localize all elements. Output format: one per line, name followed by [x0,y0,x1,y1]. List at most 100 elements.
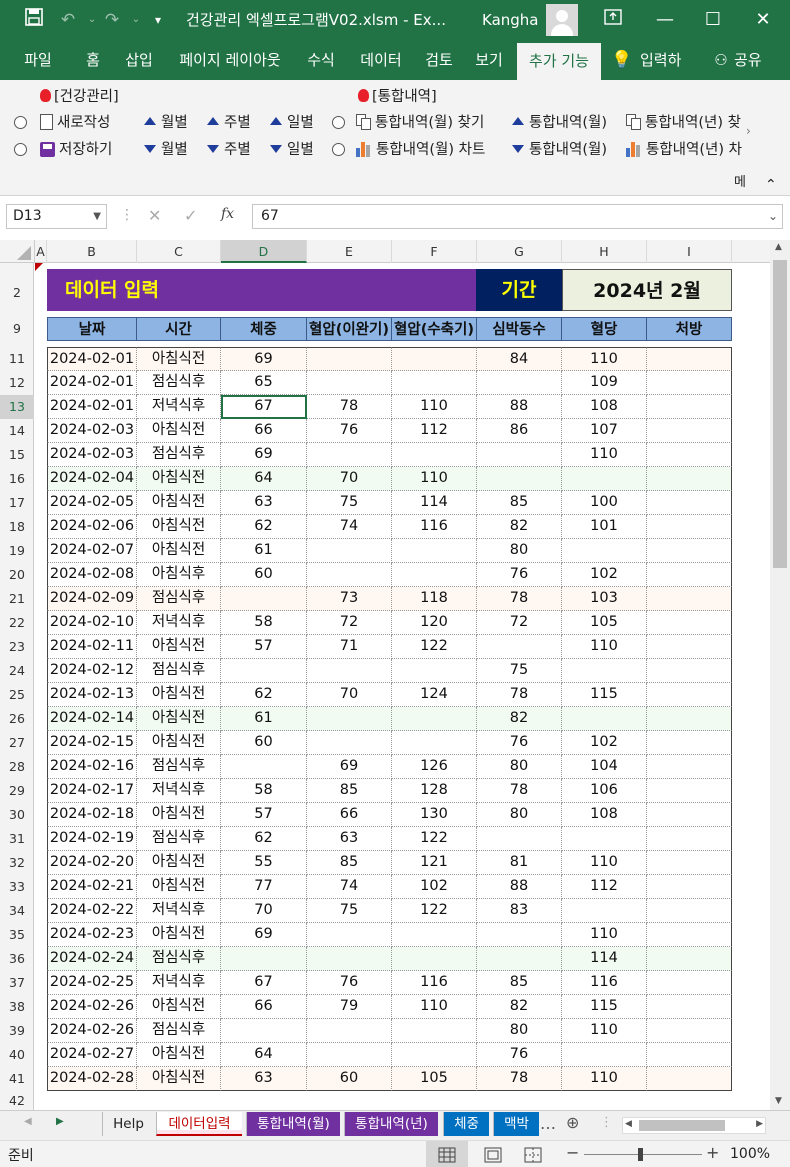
table-cell[interactable] [562,1043,647,1067]
scroll-right-icon[interactable]: ▶ [756,1119,763,1129]
radio-save[interactable] [14,139,27,161]
vertical-scrollbar[interactable]: ▲ ▼ [770,240,790,1110]
table-cell[interactable]: 아침식전 [137,731,221,755]
zoom-level[interactable]: 100% [730,1146,770,1162]
table-cell[interactable]: 2024-02-09 [47,587,137,611]
table-cell[interactable]: 점심식후 [137,659,221,683]
tab-add-ins[interactable]: 추가 기능 [517,43,601,80]
table-cell[interactable]: 88 [477,875,562,899]
enter-check-icon[interactable]: ✓ [184,206,197,225]
table-cell[interactable]: 110 [562,1019,647,1043]
table-cell[interactable]: 2024-02-28 [47,1067,137,1091]
row-header-12[interactable]: 12 [0,371,34,395]
table-cell[interactable]: 아침식전 [137,635,221,659]
normal-view-icon[interactable] [426,1141,468,1167]
new-button[interactable]: 새로작성 [40,112,110,134]
row-header-24[interactable]: 24 [0,659,34,683]
table-cell[interactable]: 아침식전 [137,419,221,443]
table-cell[interactable] [647,467,732,491]
table-cell[interactable]: 2024-02-14 [47,707,137,731]
table-cell[interactable] [477,467,562,491]
table-cell[interactable]: 78 [477,683,562,707]
redo-icon[interactable]: ↷ [100,8,124,32]
table-cell[interactable]: 저녁식후 [137,395,221,419]
table-cell[interactable] [392,563,477,587]
table-cell[interactable]: 112 [392,419,477,443]
table-cell[interactable]: 62 [221,515,307,539]
sheet-tab-3[interactable]: 통합내역(년) [344,1112,438,1136]
table-cell[interactable]: 102 [392,875,477,899]
tab-file[interactable]: 파일 [14,40,62,80]
sheet-tab-2[interactable]: 통합내역(월) [246,1112,340,1136]
table-cell[interactable]: 63 [307,827,392,851]
row-header-33[interactable]: 33 [0,875,34,899]
table-cell[interactable]: 점심식후 [137,443,221,467]
table-cell[interactable]: 116 [392,971,477,995]
table-cell[interactable]: 67 [221,971,307,995]
table-cell[interactable]: 61 [221,539,307,563]
table-cell[interactable]: 115 [562,995,647,1019]
column-header-f[interactable]: F [392,240,477,263]
table-cell[interactable] [647,1019,732,1043]
minimize-icon[interactable]: — [642,0,688,40]
table-cell[interactable] [477,827,562,851]
table-cell[interactable]: 110 [392,995,477,1019]
table-cell[interactable] [307,371,392,395]
find-monthly-button[interactable]: 통합내역(월) 찾기 [356,112,484,134]
sheet-tab-5[interactable]: 맥박 [493,1112,539,1136]
table-cell[interactable]: 2024-02-10 [47,611,137,635]
table-cell[interactable]: 75 [307,899,392,923]
table-cell[interactable]: 121 [392,851,477,875]
table-cell[interactable]: 71 [307,635,392,659]
table-cell[interactable]: 2024-02-08 [47,563,137,587]
table-cell[interactable] [647,443,732,467]
table-cell[interactable]: 64 [221,467,307,491]
table-cell[interactable]: 120 [392,611,477,635]
table-cell[interactable] [307,947,392,971]
table-cell[interactable] [392,659,477,683]
daily-up-button[interactable]: 일별 [270,112,314,134]
radio-new[interactable] [14,112,27,134]
row-header-42[interactable]: 42 [0,1091,34,1110]
table-cell[interactable]: 58 [221,611,307,635]
tab-formulas[interactable]: 수식 [300,40,342,80]
table-cell[interactable]: 아침식전 [137,515,221,539]
row-header-26[interactable]: 26 [0,707,34,731]
row-header-2[interactable]: 2 [0,263,34,317]
customize-qat-icon[interactable]: ▾ [146,8,170,32]
table-cell[interactable]: 2024-02-26 [47,995,137,1019]
table-cell[interactable]: 2024-02-01 [47,371,137,395]
table-cell[interactable]: 107 [562,419,647,443]
table-cell[interactable] [647,347,732,371]
table-cell[interactable] [392,1043,477,1067]
table-cell[interactable]: 아침식전 [137,851,221,875]
table-cell[interactable]: 61 [221,707,307,731]
table-cell[interactable] [392,539,477,563]
table-cell[interactable] [647,923,732,947]
radio-find[interactable] [332,112,345,134]
table-cell[interactable] [392,923,477,947]
table-cell[interactable]: 130 [392,803,477,827]
sheet-tab-1[interactable]: 데이터입력 [156,1112,242,1136]
expand-formula-icon[interactable]: ⌄ [768,205,778,228]
table-cell[interactable]: 2024-02-21 [47,875,137,899]
table-cell[interactable]: 저녁식후 [137,971,221,995]
share-button[interactable]: 공유 [734,40,770,80]
table-cell[interactable]: 2024-02-05 [47,491,137,515]
column-header-h[interactable]: H [562,240,647,263]
table-cell[interactable] [647,563,732,587]
table-header-cell[interactable]: 날짜 [47,317,137,341]
row-header-28[interactable]: 28 [0,755,34,779]
table-cell[interactable]: 2024-02-18 [47,803,137,827]
table-cell[interactable]: 2024-02-03 [47,443,137,467]
table-cell[interactable]: 80 [477,539,562,563]
page-layout-view-icon[interactable] [478,1141,508,1167]
row-header-31[interactable]: 31 [0,827,34,851]
table-cell[interactable] [477,923,562,947]
table-cell[interactable]: 아침식후 [137,563,221,587]
table-cell[interactable] [477,371,562,395]
table-cell[interactable] [647,947,732,971]
table-cell[interactable]: 아침식전 [137,1067,221,1091]
table-cell[interactable]: 64 [221,1043,307,1067]
table-cell[interactable]: 110 [562,851,647,875]
